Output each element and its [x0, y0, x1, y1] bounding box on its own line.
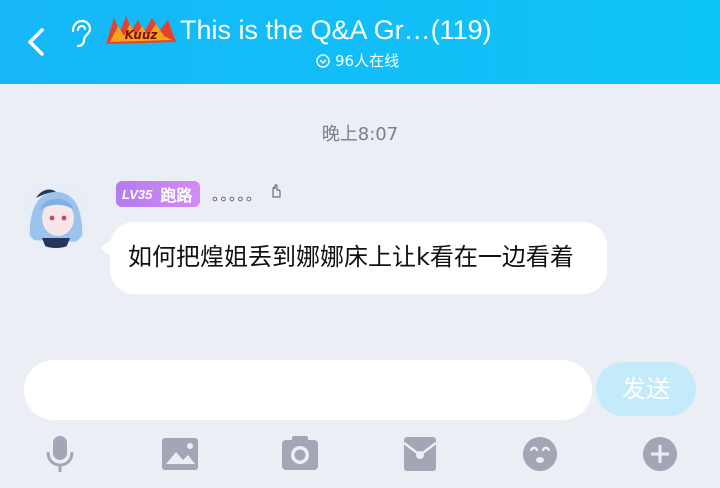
ear-icon[interactable] [66, 18, 92, 48]
sender-name[interactable]: 跑路 [160, 182, 192, 206]
plus-icon[interactable] [638, 432, 682, 476]
back-button[interactable] [20, 22, 54, 62]
status-text: 。。。。。 [212, 186, 263, 204]
level-badge: LV35 跑路 [116, 181, 201, 207]
message-input[interactable] [24, 360, 592, 420]
sender-status: 。。。。。 [212, 184, 282, 205]
image-icon[interactable] [158, 432, 202, 476]
message-bubble[interactable]: 如何把煌姐丢到娜娜床上让k看在一边看着 [110, 222, 607, 294]
input-toolbar [0, 432, 720, 478]
send-button[interactable]: 发送 [596, 362, 696, 416]
online-count[interactable]: 96人在线 [316, 51, 399, 71]
svg-text:Kuuz: Kuuz [125, 28, 159, 42]
emoji-icon[interactable] [518, 432, 562, 476]
chevron-left-icon [28, 28, 44, 56]
sender-avatar[interactable] [22, 180, 90, 248]
group-logo: Kuuz [104, 14, 178, 48]
hand-icon [272, 184, 281, 198]
red-packet-icon[interactable] [398, 432, 442, 476]
message-timestamp: 晚上8:07 [321, 124, 399, 145]
level-label: LV35 [122, 186, 153, 202]
online-count-label: 96人在线 [335, 52, 400, 70]
microphone-icon[interactable] [38, 432, 82, 476]
camera-icon[interactable] [278, 432, 322, 476]
chevron-down-circle-icon [316, 54, 330, 68]
chat-header: Kuuz This is the Q&A Gr…(119) 96人在线 [0, 0, 720, 84]
group-title[interactable]: This is the Q&A Gr…(119) [180, 10, 492, 50]
